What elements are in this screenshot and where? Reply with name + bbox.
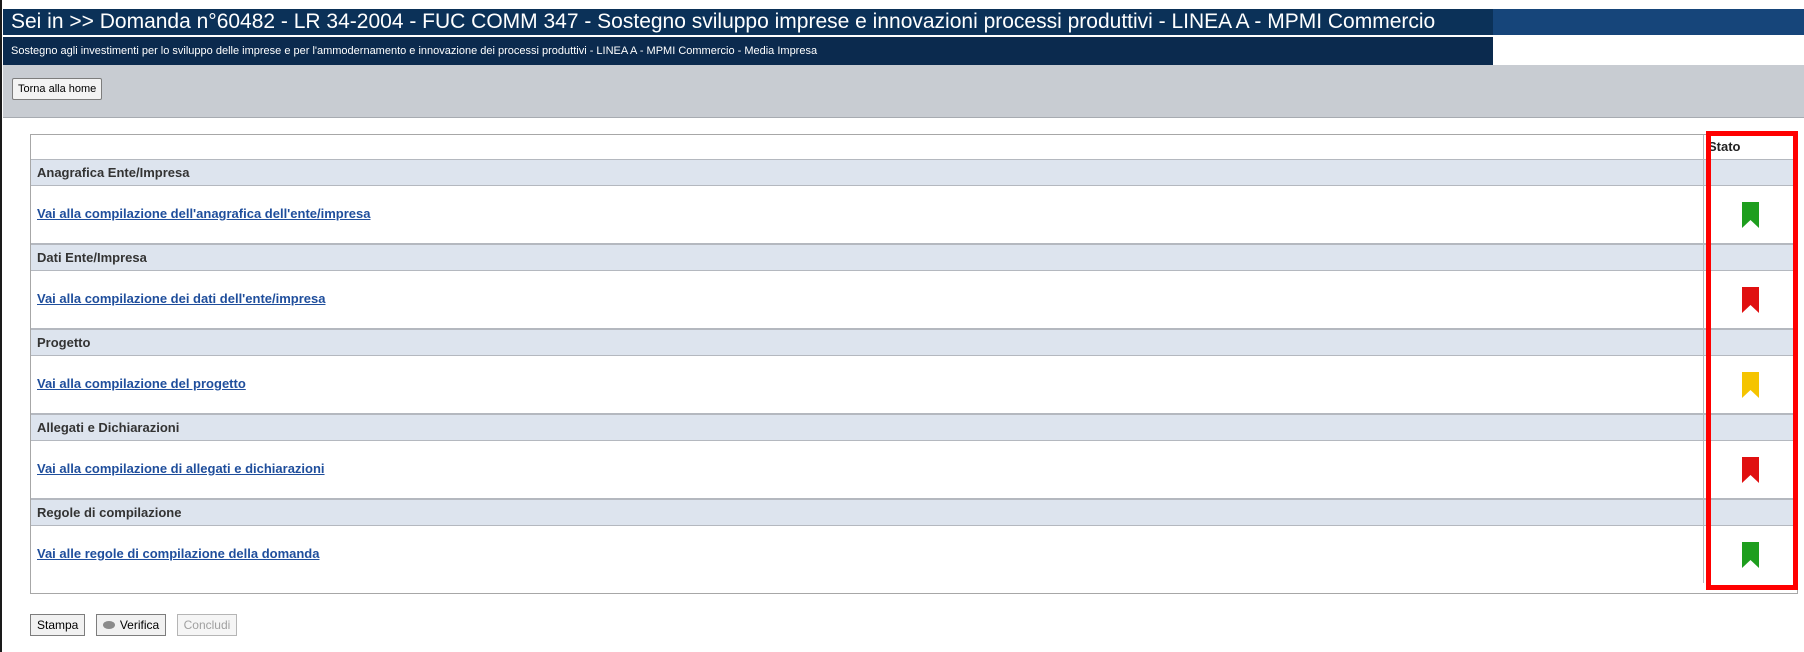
section-header: Regole di compilazione (31, 499, 1797, 526)
section-title: Anagrafica Ente/Impresa (31, 160, 1704, 185)
section-link[interactable]: Vai alle regole di compilazione della do… (37, 546, 319, 561)
table-row: Vai alla compilazione dei dati dell'ente… (31, 270, 1797, 329)
section-header: Dati Ente/Impresa (31, 244, 1797, 271)
toolbar: Torna alla home (3, 65, 1804, 118)
home-button[interactable]: Torna alla home (12, 78, 103, 100)
section-link[interactable]: Vai alla compilazione di allegati e dich… (37, 461, 325, 476)
subtitle-bar: Sostegno agli investimenti per lo svilup… (3, 37, 1804, 65)
status-flag-icon (1742, 457, 1759, 483)
page-title: Sei in >> Domanda n°60482 - LR 34-2004 -… (11, 10, 1436, 33)
table-header: Stato (31, 135, 1797, 160)
sections-table: Stato Anagrafica Ente/Impresa Vai alla c… (30, 134, 1798, 594)
stato-column-header: Stato (1708, 139, 1741, 154)
section-title: Dati Ente/Impresa (31, 245, 1704, 270)
section-link[interactable]: Vai alla compilazione dei dati dell'ente… (37, 291, 325, 306)
section-title: Allegati e Dichiarazioni (31, 415, 1704, 440)
status-flag-icon (1742, 287, 1759, 313)
page-left-border (0, 0, 2, 652)
page-subtitle: Sostegno agli investimenti per lo svilup… (11, 45, 818, 57)
section-header: Anagrafica Ente/Impresa (31, 159, 1797, 186)
header-accent (1493, 9, 1804, 35)
concludi-button[interactable]: Concludi (176, 614, 238, 636)
section-title: Progetto (31, 330, 1704, 355)
status-flag-icon (1742, 542, 1759, 568)
section-header: Allegati e Dichiarazioni (31, 414, 1797, 441)
status-flag-icon (1742, 202, 1759, 228)
action-buttons: Stampa Verifica Concludi (30, 614, 243, 636)
section-header: Progetto (31, 329, 1797, 356)
section-link[interactable]: Vai alla compilazione del progetto (37, 376, 246, 391)
section-title: Regole di compilazione (31, 500, 1704, 525)
stampa-button[interactable]: Stampa (30, 614, 86, 636)
verifica-label: Verifica (119, 618, 160, 632)
table-row: Vai alla compilazione del progetto (31, 355, 1797, 414)
table-row: Vai alle regole di compilazione della do… (31, 525, 1797, 583)
status-dot-icon (102, 620, 115, 629)
subtitle-accent (1493, 37, 1804, 65)
status-flag-icon (1742, 372, 1759, 398)
section-link[interactable]: Vai alla compilazione dell'anagrafica de… (37, 206, 370, 221)
table-row: Vai alla compilazione dell'anagrafica de… (31, 185, 1797, 244)
table-row: Vai alla compilazione di allegati e dich… (31, 440, 1797, 499)
breadcrumb-title: Sei in >> Domanda n°60482 - LR 34-2004 -… (3, 9, 1804, 35)
verifica-button[interactable]: Verifica (95, 614, 167, 636)
header-empty-cell (31, 135, 1704, 159)
